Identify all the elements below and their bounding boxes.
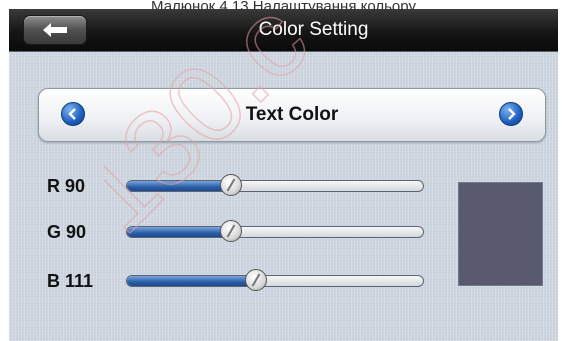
back-arrow-icon [43,23,67,37]
slider-r[interactable] [126,174,424,196]
page-title: Color Setting [258,19,369,40]
slider-thumb-b[interactable] [244,269,267,291]
color-target-selector: Text Color [38,88,546,142]
slider-label-b: B 111 [47,271,94,291]
slider-fill-b [127,276,256,286]
slider-row-b: B 111 [9,266,439,296]
back-button[interactable] [23,15,87,45]
slider-b[interactable] [126,269,424,291]
slider-thumb-g[interactable] [220,220,243,242]
slider-fill-g [127,227,232,237]
color-preview-swatch [458,182,543,286]
color-target-label: Text Color [245,104,339,125]
slider-g[interactable] [126,220,424,242]
chevron-right-icon[interactable] [499,102,523,126]
chevron-left-icon[interactable] [61,102,85,126]
slider-label-g: G 90 [47,222,87,242]
slider-row-r: R 90 [9,171,439,201]
slider-thumb-r[interactable] [220,174,243,196]
device-screen: Color Setting Text Color R 90 G 90 B 111 [9,9,558,341]
title-bar: Color Setting [9,9,558,52]
slider-fill-r [127,181,232,191]
slider-row-g: G 90 [9,217,439,247]
slider-label-r: R 90 [47,176,86,196]
